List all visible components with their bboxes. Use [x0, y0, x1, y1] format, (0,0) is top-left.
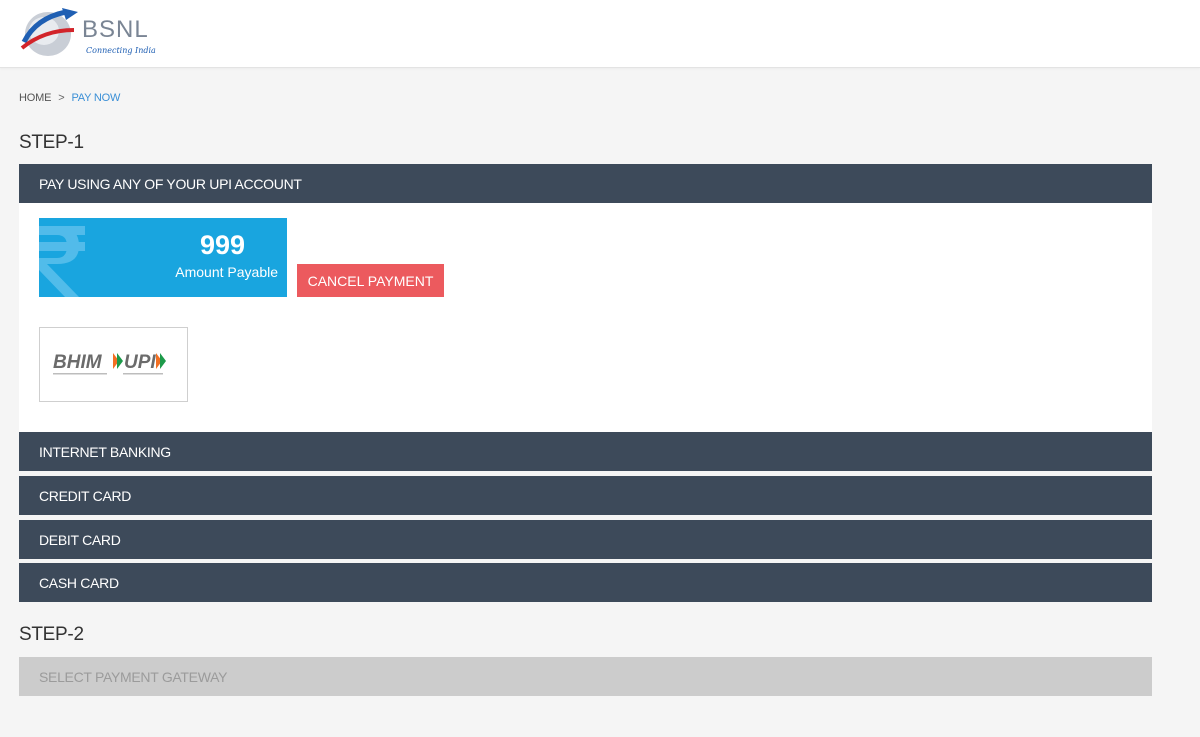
amount-value: 999 — [199, 230, 245, 260]
cash-card-header[interactable]: CASH CARD — [19, 563, 1152, 602]
breadcrumb-home-link[interactable]: HOME — [19, 92, 51, 104]
svg-text:BHIM: BHIM — [53, 352, 103, 373]
svg-text:UPI: UPI — [124, 352, 156, 373]
rupee-icon — [39, 226, 85, 297]
upi-panel: 999 Amount Payable CANCEL PAYMENT BHIM U… — [19, 203, 1152, 432]
amount-label: Amount Payable — [175, 264, 278, 280]
bsnl-logo-icon: BSNL Connecting India — [20, 8, 156, 56]
cancel-payment-button[interactable]: CANCEL PAYMENT — [297, 264, 444, 297]
bhim-upi-logo: BHIM UPI — [53, 352, 166, 375]
breadcrumb-separator: > — [58, 92, 65, 104]
breadcrumb-current: PAY NOW — [71, 92, 121, 104]
select-payment-gateway-bar: SELECT PAYMENT GATEWAY — [19, 657, 1152, 696]
credit-card-header[interactable]: CREDIT CARD — [19, 476, 1152, 515]
step2-title: STEP-2 — [19, 624, 84, 645]
step1-title: STEP-1 — [19, 132, 84, 153]
internet-banking-header[interactable]: INTERNET BANKING — [19, 432, 1152, 471]
bsnl-wordmark: BSNL — [82, 16, 149, 43]
bhim-upi-option[interactable]: BHIM UPI — [39, 327, 188, 402]
debit-card-header[interactable]: DEBIT CARD — [19, 520, 1152, 559]
amount-payable-box: 999 Amount Payable — [39, 218, 287, 297]
top-header: BSNL Connecting India — [0, 0, 1200, 68]
bsnl-logo[interactable]: BSNL Connecting India — [18, 4, 168, 60]
breadcrumb: HOME > PAY NOW — [19, 92, 120, 104]
svg-text:Connecting India: Connecting India — [86, 46, 156, 55]
upi-section-header[interactable]: PAY USING ANY OF YOUR UPI ACCOUNT — [19, 164, 1152, 203]
